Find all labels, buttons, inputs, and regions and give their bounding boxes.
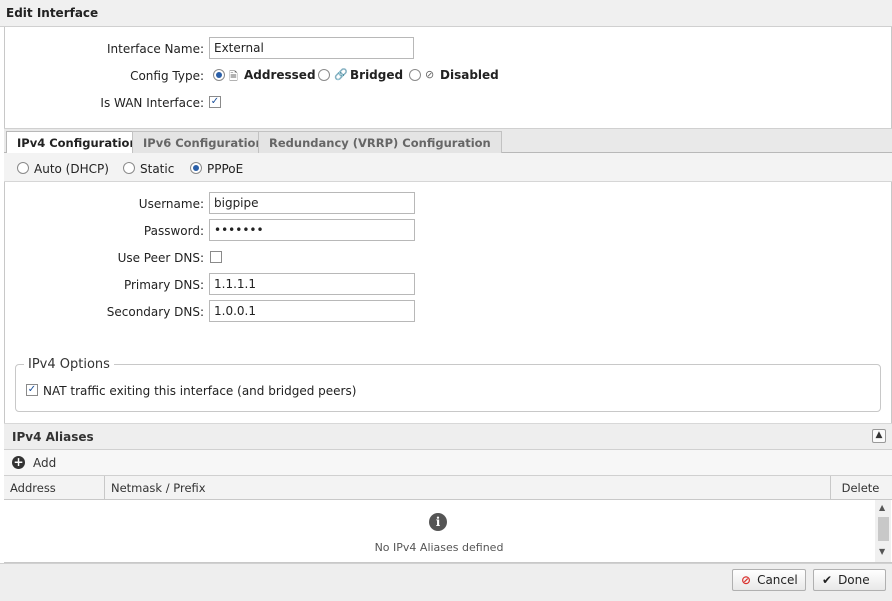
mode-dhcp-label[interactable]: Auto (DHCP) bbox=[34, 162, 109, 176]
mode-pppoe-radio[interactable] bbox=[190, 162, 202, 174]
username-input[interactable] bbox=[209, 192, 415, 214]
mode-dhcp-radio[interactable] bbox=[17, 162, 29, 174]
config-addressed-label[interactable]: Addressed bbox=[244, 68, 316, 82]
interface-name-input[interactable] bbox=[209, 37, 414, 59]
username-label: Username: bbox=[138, 197, 204, 211]
use-peer-dns-label: Use Peer DNS: bbox=[117, 251, 204, 265]
password-input[interactable] bbox=[209, 219, 415, 241]
prohibited-icon: ⊘ bbox=[425, 68, 435, 81]
cancel-button-label: Cancel bbox=[757, 573, 798, 587]
column-delete[interactable]: Delete bbox=[830, 476, 890, 499]
add-alias-button[interactable]: Add bbox=[33, 456, 56, 470]
checkmark-icon: ✔ bbox=[822, 573, 833, 587]
mode-static-label[interactable]: Static bbox=[140, 162, 174, 176]
secondary-dns-input[interactable] bbox=[209, 300, 415, 322]
config-bridged-radio[interactable] bbox=[318, 69, 330, 81]
aliases-scrollbar[interactable]: ▲ ▼ bbox=[875, 500, 891, 562]
mode-pppoe-label[interactable]: PPPoE bbox=[207, 162, 243, 176]
is-wan-label: Is WAN Interface: bbox=[100, 96, 204, 110]
primary-dns-label: Primary DNS: bbox=[123, 278, 204, 292]
config-tabs: IPv4 Configuration IPv6 Configuration Re… bbox=[4, 128, 892, 155]
config-type-label: Config Type: bbox=[130, 69, 204, 83]
primary-dns-input[interactable] bbox=[209, 273, 415, 295]
aliases-table-body: i No IPv4 Aliases defined ▲ ▼ bbox=[4, 500, 892, 563]
scroll-thumb[interactable] bbox=[878, 517, 889, 541]
config-addressed-radio[interactable] bbox=[213, 69, 225, 81]
done-button-label: Done bbox=[838, 573, 870, 587]
dialog-title: Edit Interface bbox=[6, 6, 99, 20]
add-icon[interactable]: + bbox=[12, 456, 25, 469]
config-disabled-label[interactable]: Disabled bbox=[440, 68, 499, 82]
mode-static-radio[interactable] bbox=[123, 162, 135, 174]
tab-ipv4-configuration[interactable]: IPv4 Configuration bbox=[6, 131, 149, 155]
scroll-down-icon[interactable]: ▼ bbox=[879, 547, 885, 556]
link-icon: 🔗 bbox=[334, 68, 348, 81]
column-address[interactable]: Address bbox=[4, 476, 104, 499]
aliases-empty-message: No IPv4 Aliases defined bbox=[374, 541, 504, 554]
aliases-header: IPv4 Aliases ▲ bbox=[4, 423, 892, 450]
use-peer-dns-checkbox[interactable] bbox=[210, 251, 222, 263]
password-label: Password: bbox=[143, 224, 204, 238]
aliases-toolbar: + Add bbox=[4, 450, 892, 476]
dialog-titlebar: Edit Interface bbox=[0, 0, 892, 27]
cancel-button[interactable]: ⊘ Cancel bbox=[732, 569, 806, 591]
interface-name-label: Interface Name: bbox=[107, 42, 204, 56]
ipv4-mode-bar bbox=[4, 153, 892, 182]
column-netmask[interactable]: Netmask / Prefix bbox=[104, 476, 830, 499]
tab-vrrp-configuration[interactable]: Redundancy (VRRP) Configuration bbox=[258, 131, 502, 154]
nat-checkbox[interactable]: ✓ bbox=[26, 384, 38, 396]
nat-label[interactable]: NAT traffic exiting this interface (and … bbox=[43, 384, 356, 398]
cancel-icon: ⊘ bbox=[741, 573, 752, 587]
aliases-title: IPv4 Aliases bbox=[12, 430, 94, 444]
collapse-icon[interactable]: ▲ bbox=[872, 429, 886, 443]
config-bridged-label[interactable]: Bridged bbox=[350, 68, 403, 82]
dialog-footer: ⊘ Cancel ✔ Done bbox=[0, 563, 892, 601]
info-icon: i bbox=[429, 513, 447, 531]
ipv4-options-legend: IPv4 Options bbox=[28, 357, 110, 372]
scroll-up-icon[interactable]: ▲ bbox=[879, 503, 885, 512]
done-button[interactable]: ✔ Done bbox=[813, 569, 886, 591]
config-disabled-radio[interactable] bbox=[409, 69, 421, 81]
aliases-table-header: Address Netmask / Prefix Delete bbox=[4, 476, 892, 500]
document-icon: 🗎 bbox=[229, 70, 238, 83]
is-wan-checkbox[interactable]: ✓ bbox=[209, 96, 221, 108]
secondary-dns-label: Secondary DNS: bbox=[106, 305, 204, 319]
tab-ipv6-configuration[interactable]: IPv6 Configuration bbox=[132, 131, 275, 154]
